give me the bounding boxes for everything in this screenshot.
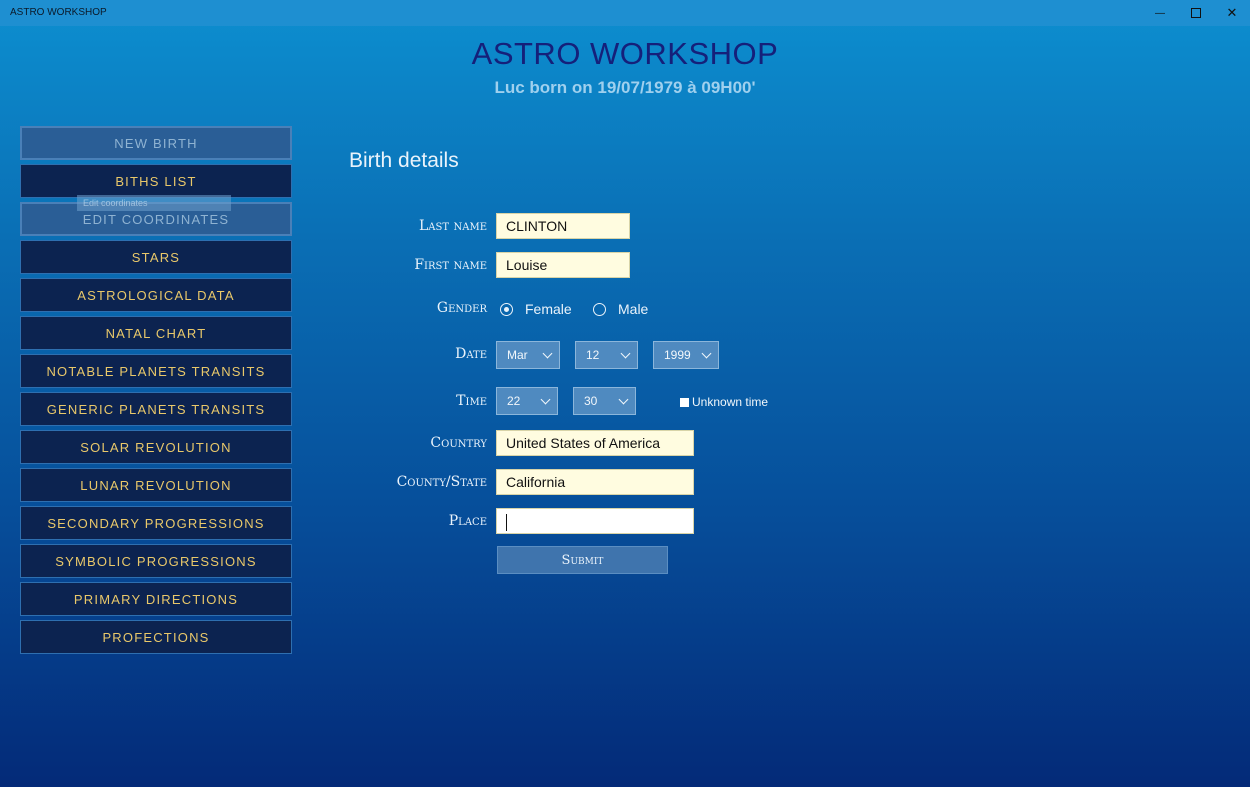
nav-notable-planets-transits[interactable]: NOTABLE PLANETS TRANSITS (20, 354, 292, 388)
gender-female-radio[interactable]: Female (500, 301, 572, 317)
nav-astrological-data[interactable]: ASTROLOGICAL DATA (20, 278, 292, 312)
time-minute-select[interactable]: 30 (573, 387, 636, 415)
window-title: ASTRO WORKSHOP (10, 7, 107, 18)
close-icon: ✕ (1226, 5, 1238, 20)
last-name-field[interactable]: CLINTON (496, 213, 630, 239)
nav-solar-revolution[interactable]: SOLAR REVOLUTION (20, 430, 292, 464)
submit-button[interactable]: Submit (497, 546, 668, 574)
nav-primary-directions[interactable]: PRIMARY DIRECTIONS (20, 582, 292, 616)
minimize-icon: — (1155, 7, 1165, 19)
text-caret (506, 513, 507, 531)
close-button[interactable]: ✕ (1214, 0, 1250, 26)
date-month-value: Mar (507, 348, 528, 362)
radio-selected-icon (500, 302, 513, 316)
chevron-down-icon (620, 348, 631, 359)
date-year-value: 1999 (664, 348, 691, 362)
gender-male-radio[interactable]: Male (593, 301, 648, 317)
gender-male-label: Male (618, 301, 649, 317)
date-month-select[interactable]: Mar (496, 341, 560, 369)
last-name-label: Last name (419, 218, 487, 234)
date-label: Date (455, 346, 487, 362)
nav-stars[interactable]: STARS (20, 240, 292, 274)
date-day-select[interactable]: 12 (575, 341, 638, 369)
nav-secondary-progressions[interactable]: SECONDARY PROGRESSIONS (20, 506, 292, 540)
date-year-select[interactable]: 1999 (653, 341, 719, 369)
nav-lunar-revolution[interactable]: LUNAR REVOLUTION (20, 468, 292, 502)
first-name-field[interactable]: Louise (496, 252, 630, 278)
maximize-icon (1191, 8, 1201, 18)
gender-female-label: Female (525, 301, 572, 317)
country-field[interactable]: United States of America (496, 430, 694, 456)
date-day-value: 12 (586, 348, 600, 362)
radio-unselected-icon (593, 302, 606, 316)
minimize-button[interactable]: — (1142, 0, 1178, 26)
time-minute-value: 30 (584, 394, 598, 408)
nav-births-list[interactable]: BITHS LIST (20, 164, 292, 198)
place-field[interactable] (496, 508, 694, 534)
chevron-down-icon (618, 394, 629, 405)
checkbox-icon (680, 397, 689, 407)
time-hour-value: 22 (507, 394, 521, 408)
maximize-button[interactable] (1178, 0, 1214, 26)
nav-profections[interactable]: PROFECTIONS (20, 620, 292, 654)
app-title: ASTRO WORKSHOP (471, 36, 779, 71)
state-label: County/State (396, 474, 487, 490)
time-label: Time (456, 393, 487, 409)
first-name-label: First name (414, 257, 487, 273)
title-bar: ASTRO WORKSHOP — ✕ (0, 0, 1250, 26)
time-hour-select[interactable]: 22 (496, 387, 558, 415)
unknown-time-label: Unknown time (692, 395, 769, 409)
chevron-down-icon (701, 348, 712, 359)
birth-summary: Luc born on 19/07/1979 à 09H00' (494, 78, 756, 97)
unknown-time-checkbox[interactable]: Unknown time (680, 395, 768, 409)
place-label: Place (448, 513, 487, 529)
state-field[interactable]: California (496, 469, 694, 495)
nav-new-birth[interactable]: NEW BIRTH (20, 126, 292, 160)
country-label: Country (430, 435, 487, 451)
chevron-down-icon (542, 348, 553, 359)
nav-symbolic-progressions[interactable]: SYMBOLIC PROGRESSIONS (20, 544, 292, 578)
nav-generic-planets-transits[interactable]: GENERIC PLANETS TRANSITS (20, 392, 292, 426)
gender-label: Gender (436, 300, 487, 316)
chevron-down-icon (540, 394, 551, 405)
form-title: Birth details (349, 149, 459, 172)
nav-natal-chart[interactable]: NATAL CHART (20, 316, 292, 350)
tooltip: Edit coordinates (77, 195, 231, 211)
